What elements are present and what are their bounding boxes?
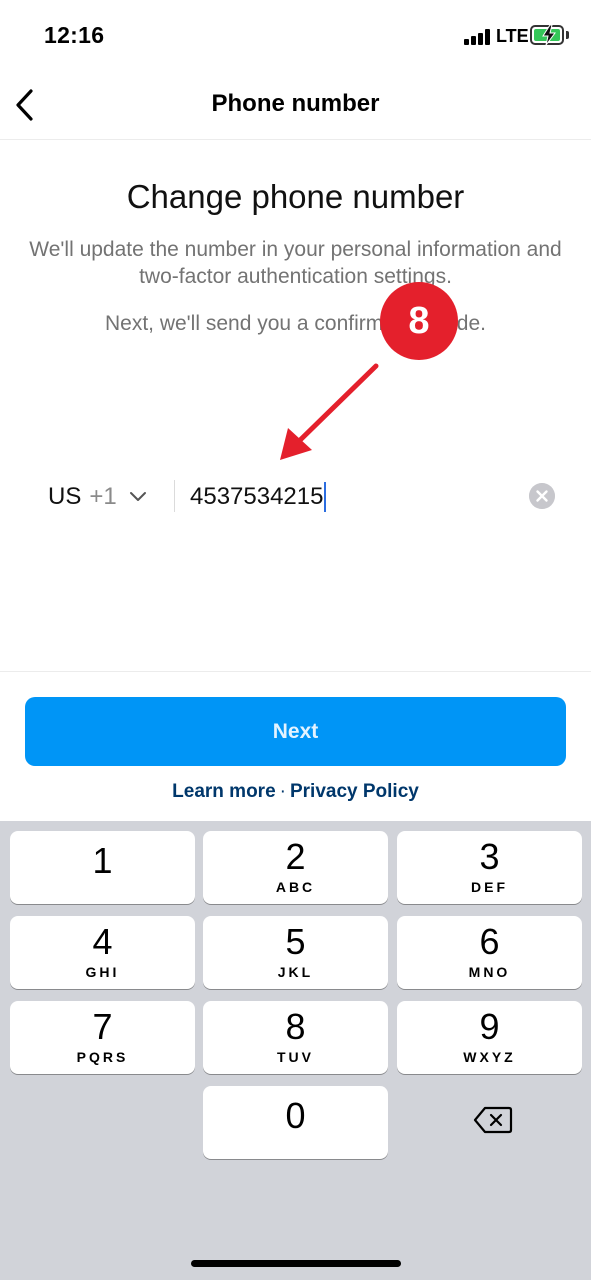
dial-code: +1	[89, 483, 117, 510]
phone-number-value: 4537534215	[190, 483, 324, 510]
key-letters: ABC	[275, 879, 316, 895]
key-4[interactable]: 4 GHI	[10, 916, 195, 989]
key-digit: 1	[92, 840, 113, 881]
confirmation-note: Next, we'll send you a confirmation code…	[104, 312, 487, 335]
step-badge: 8	[380, 282, 458, 360]
home-indicator	[191, 1260, 401, 1267]
key-letters: JKL	[277, 964, 314, 980]
nav-header: Phone number	[0, 70, 591, 140]
key-letters: TUV	[277, 1049, 314, 1065]
key-7[interactable]: 7 PQRS	[10, 1001, 195, 1074]
phone-number-input[interactable]: 4537534215	[190, 478, 327, 516]
key-5[interactable]: 5 JKL	[203, 916, 388, 989]
backspace-icon	[473, 1106, 513, 1134]
key-letters: PQRS	[76, 1049, 129, 1065]
key-digit: 7	[92, 1006, 113, 1047]
key-letters: DEF	[471, 879, 508, 895]
key-digit: 8	[285, 1006, 306, 1047]
field-divider	[174, 480, 175, 512]
next-button[interactable]: Next	[25, 697, 566, 766]
key-1[interactable]: 1	[10, 831, 195, 904]
key-digit: 5	[285, 921, 306, 962]
status-time: 12:16	[44, 22, 105, 48]
battery-charging-icon	[530, 25, 564, 45]
key-letters: MNO	[468, 964, 511, 980]
network-type: LTE	[496, 26, 529, 46]
key-9[interactable]: 9 WXYZ	[397, 1001, 582, 1074]
learn-more-link[interactable]: Learn more	[172, 781, 275, 802]
key-letters: GHI	[85, 964, 120, 980]
section-heading: Change phone number	[126, 178, 465, 215]
key-digit: 9	[479, 1006, 500, 1047]
chevron-down-icon	[129, 492, 146, 501]
section-divider	[0, 671, 591, 672]
key-letters: WXYZ	[463, 1049, 516, 1065]
text-caret	[324, 482, 327, 512]
key-8[interactable]: 8 TUV	[203, 1001, 388, 1074]
footer-links: Learn more · Privacy Policy	[0, 781, 591, 803]
battery-cap	[566, 31, 569, 39]
key-digit: 2	[285, 836, 306, 877]
country-code-selector[interactable]: US +1	[48, 478, 163, 516]
key-6[interactable]: 6 MNO	[397, 916, 582, 989]
privacy-policy-link[interactable]: Privacy Policy	[290, 781, 419, 802]
key-digit: 3	[479, 836, 500, 877]
key-2[interactable]: 2 ABC	[203, 831, 388, 904]
key-digit: 0	[285, 1095, 306, 1136]
link-separator: ·	[279, 781, 286, 802]
key-digit: 6	[479, 921, 500, 962]
key-3[interactable]: 3 DEF	[397, 831, 582, 904]
clear-icon[interactable]	[529, 483, 555, 509]
description-text: We'll update the number in your personal…	[29, 238, 562, 288]
page-title: Phone number	[211, 90, 380, 117]
annotation-arrow-icon	[280, 363, 379, 460]
country-code: US	[48, 483, 82, 510]
key-0[interactable]: 0	[203, 1086, 388, 1159]
status-bar: 12:16 LTE	[0, 0, 591, 70]
key-digit: 4	[92, 921, 113, 962]
backspace-key[interactable]	[472, 1086, 514, 1154]
signal-icon	[464, 29, 492, 45]
